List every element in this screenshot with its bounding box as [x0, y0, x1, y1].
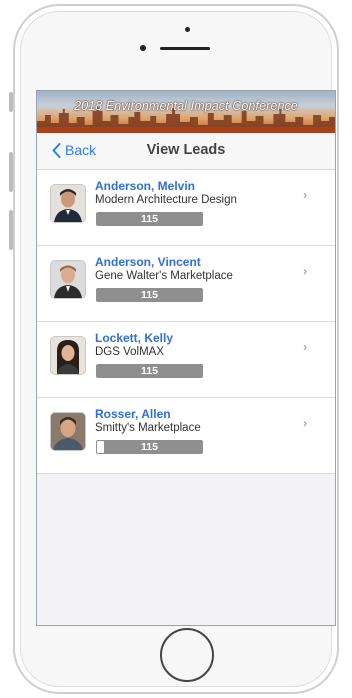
lead-company: Smitty's Marketplace	[95, 422, 201, 434]
person-photo-icon	[51, 261, 85, 298]
person-photo-icon	[51, 185, 85, 222]
chevron-right-icon: ›	[303, 416, 307, 430]
navigation-bar: Back View Leads	[37, 133, 335, 170]
leads-list: Anderson, Melvin Modern Architecture Des…	[37, 170, 335, 474]
home-button[interactable]	[160, 628, 214, 682]
lead-score-bar: 115	[96, 288, 203, 302]
chevron-right-icon: ›	[303, 340, 307, 354]
avatar	[50, 260, 86, 299]
earpiece-speaker	[160, 47, 210, 50]
lead-name: Lockett, Kelly	[95, 331, 174, 345]
lead-name: Anderson, Vincent	[95, 255, 201, 269]
lead-name: Anderson, Melvin	[95, 179, 196, 193]
lead-score-bar: 115	[96, 364, 203, 378]
lead-company: Gene Walter's Marketplace	[95, 270, 233, 282]
lead-score: 115	[141, 289, 158, 301]
front-camera	[185, 27, 190, 32]
lead-score-bar: 115	[96, 212, 203, 226]
conference-banner: 2018 Environmental Impact Conference	[37, 91, 335, 133]
person-photo-icon	[51, 413, 85, 450]
lead-score: 115	[141, 213, 158, 225]
chevron-right-icon: ›	[303, 264, 307, 278]
avatar	[50, 184, 86, 223]
lead-row[interactable]: Lockett, Kelly DGS VolMAX 115 ›	[37, 322, 335, 398]
lead-name: Rosser, Allen	[95, 407, 171, 421]
lead-score: 115	[141, 441, 158, 453]
lead-row[interactable]: Rosser, Allen Smitty's Marketplace 115 ›	[37, 398, 335, 474]
banner-title: 2018 Environmental Impact Conference	[74, 99, 298, 113]
avatar	[50, 336, 86, 375]
lead-row[interactable]: Anderson, Melvin Modern Architecture Des…	[37, 170, 335, 246]
proximity-sensor	[140, 45, 146, 51]
lead-score-bar: 115	[96, 440, 203, 454]
person-photo-icon	[51, 337, 85, 374]
chevron-right-icon: ›	[303, 188, 307, 202]
page-title: View Leads	[146, 142, 226, 158]
lead-company: DGS VolMAX	[95, 346, 165, 358]
lead-row[interactable]: Anderson, Vincent Gene Walter's Marketpl…	[37, 246, 335, 322]
avatar	[50, 412, 86, 451]
lead-score: 115	[141, 365, 158, 377]
lead-company: Modern Architecture Design	[95, 194, 237, 206]
app-screen: 2018 Environmental Impact Conference Bac…	[36, 90, 336, 626]
